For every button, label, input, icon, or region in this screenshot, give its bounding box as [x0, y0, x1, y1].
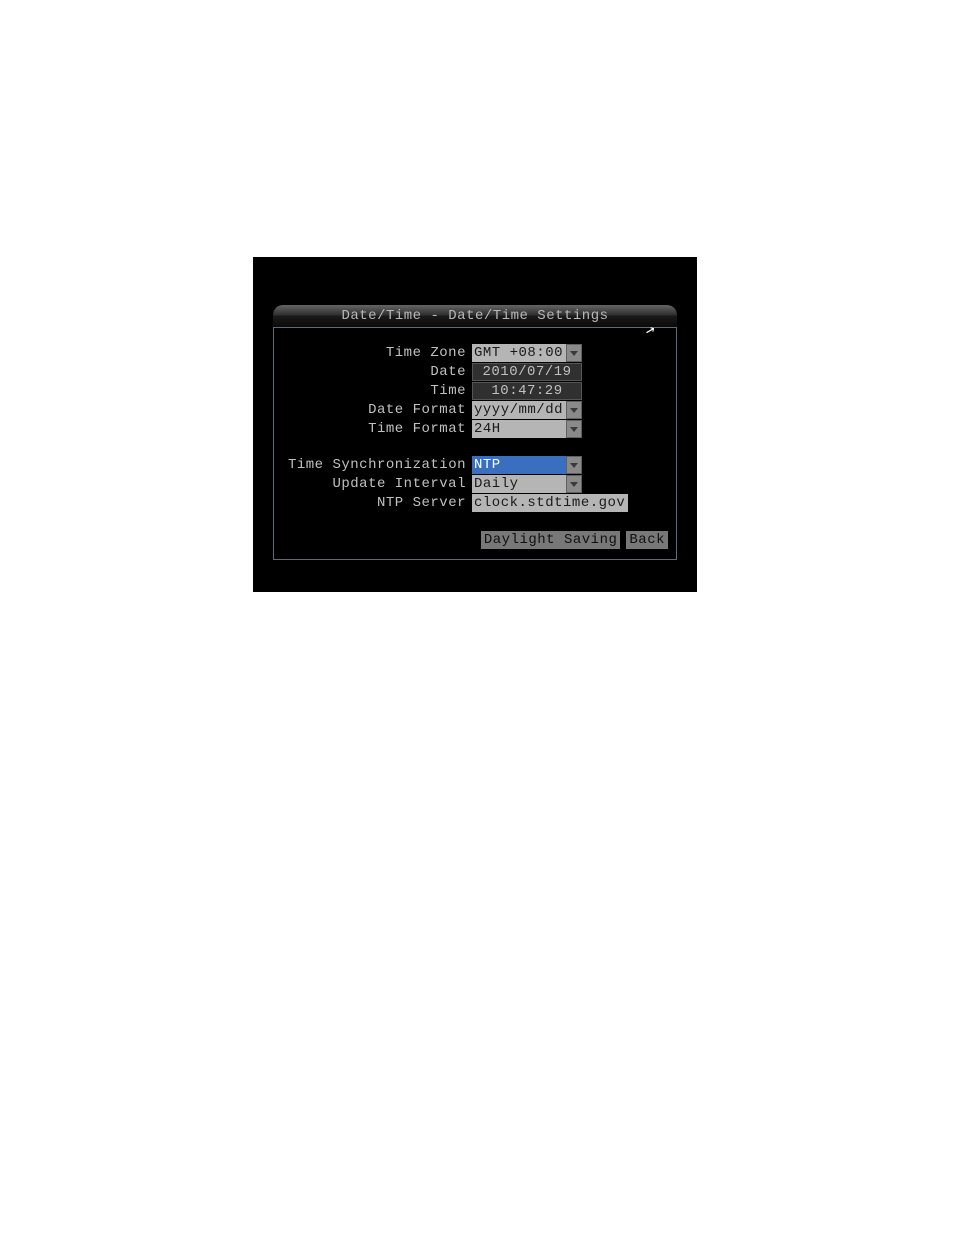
row-date: Date 2010/07/19	[282, 363, 668, 381]
select-time-format-value: 24H	[474, 420, 501, 438]
label-date-format: Date Format	[282, 402, 472, 418]
input-ntp-server[interactable]: clock.stdtime.gov	[472, 494, 628, 512]
row-ntp-server: NTP Server clock.stdtime.gov	[282, 494, 668, 512]
input-date[interactable]: 2010/07/19	[472, 363, 582, 381]
select-update-interval[interactable]: Daily	[472, 475, 582, 493]
select-time-format[interactable]: 24H	[472, 420, 582, 438]
input-ntp-server-value: clock.stdtime.gov	[474, 494, 625, 512]
chevron-down-icon	[566, 401, 582, 419]
select-timezone-value: GMT +08:00	[474, 344, 563, 362]
select-date-format-value: yyyy/mm/dd	[474, 401, 563, 419]
select-date-format[interactable]: yyyy/mm/dd	[472, 401, 582, 419]
input-time-value: 10:47:29	[491, 382, 562, 400]
label-ntp-server: NTP Server	[282, 495, 472, 511]
label-update-interval: Update Interval	[282, 476, 472, 492]
dialog-title: Date/Time - Date/Time Settings	[341, 308, 608, 324]
row-date-format: Date Format yyyy/mm/dd	[282, 401, 668, 419]
back-button[interactable]: Back	[626, 531, 668, 549]
input-time[interactable]: 10:47:29	[472, 382, 582, 400]
label-timezone: Time Zone	[282, 345, 472, 361]
row-time: Time 10:47:29	[282, 382, 668, 400]
daylight-saving-button[interactable]: Daylight Saving	[481, 531, 621, 549]
select-update-interval-value: Daily	[474, 475, 519, 493]
datetime-settings-dialog: Date/Time - Date/Time Settings Time Zone…	[273, 305, 677, 560]
label-date: Date	[282, 364, 472, 380]
chevron-down-icon	[566, 456, 582, 474]
label-time: Time	[282, 383, 472, 399]
app-screen: Date/Time - Date/Time Settings Time Zone…	[253, 257, 697, 592]
row-time-format: Time Format 24H	[282, 420, 668, 438]
chevron-down-icon	[566, 420, 582, 438]
label-time-format: Time Format	[282, 421, 472, 437]
select-time-sync[interactable]: NTP	[472, 456, 582, 474]
input-date-value: 2010/07/19	[482, 363, 571, 381]
dialog-body: Time Zone GMT +08:00 Date 2010/07/19 Tim…	[273, 327, 677, 560]
label-time-sync: Time Synchronization	[282, 457, 472, 473]
chevron-down-icon	[566, 344, 582, 362]
row-update-interval: Update Interval Daily	[282, 475, 668, 493]
row-timezone: Time Zone GMT +08:00	[282, 344, 668, 362]
chevron-down-icon	[566, 475, 582, 493]
select-timezone[interactable]: GMT +08:00	[472, 344, 582, 362]
row-time-sync: Time Synchronization NTP	[282, 456, 668, 474]
button-row: Daylight Saving Back	[481, 531, 668, 549]
select-time-sync-value: NTP	[474, 456, 501, 474]
dialog-title-bar: Date/Time - Date/Time Settings	[273, 305, 677, 327]
